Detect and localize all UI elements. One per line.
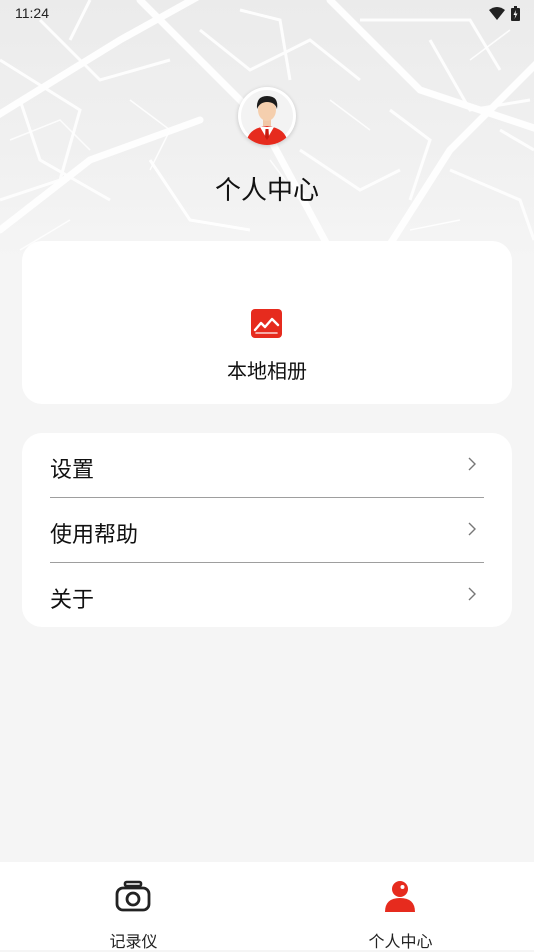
nav-label: 个人中心: [368, 932, 433, 951]
menu-card: 设置 使用帮助 关于: [22, 433, 512, 627]
chevron-right-icon: [468, 522, 476, 536]
nav-label: 记录仪: [109, 932, 158, 951]
gallery-icon: [251, 309, 282, 338]
nav-item-profile[interactable]: 个人中心: [267, 862, 534, 951]
status-icons: [489, 6, 520, 21]
avatar[interactable]: [238, 87, 296, 145]
page-title: 个人中心: [214, 176, 319, 206]
camera-icon: [115, 880, 151, 912]
wifi-icon: [489, 7, 505, 20]
nav-item-recorder[interactable]: 记录仪: [0, 862, 267, 951]
bottom-nav: 记录仪 个人中心: [0, 862, 534, 951]
menu-item-about[interactable]: 关于: [50, 563, 484, 627]
menu-item-label: 关于: [50, 588, 95, 613]
person-icon: [385, 881, 415, 912]
status-bar: 11:24: [0, 0, 534, 28]
menu-item-label: 使用帮助: [50, 523, 139, 548]
battery-icon: [511, 6, 520, 21]
status-time: 11:24: [15, 5, 49, 21]
album-label: 本地相册: [227, 359, 307, 383]
menu-item-label: 设置: [50, 458, 95, 483]
menu-item-settings[interactable]: 设置: [50, 433, 484, 497]
local-album-card[interactable]: 本地相册: [22, 241, 512, 404]
user-avatar-icon: [241, 90, 293, 145]
menu-item-help[interactable]: 使用帮助: [50, 498, 484, 562]
chevron-right-icon: [468, 457, 476, 471]
chevron-right-icon: [468, 587, 476, 601]
